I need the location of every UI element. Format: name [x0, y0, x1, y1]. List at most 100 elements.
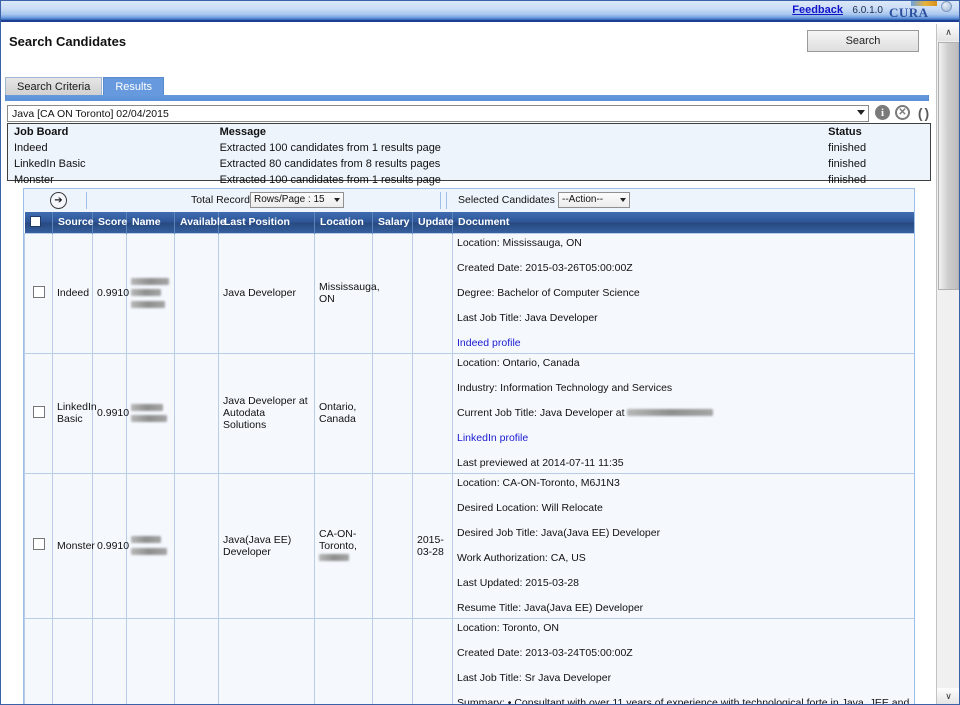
doc-line: Degree: Bachelor of Computer Science: [457, 286, 640, 299]
row-checkbox[interactable]: [32, 405, 45, 418]
action-select[interactable]: --Action--: [558, 192, 630, 208]
cell-update: [412, 352, 453, 474]
tab-strip: [5, 95, 929, 101]
doc-line: Current Job Title: Java Developer at: [457, 407, 912, 420]
linkedin-profile-link[interactable]: LinkedIn profile: [457, 432, 912, 445]
column-salary[interactable]: Salary: [372, 212, 413, 233]
table-row[interactable]: Indeed 0.9910 Java Developer Mississauga…: [24, 232, 914, 354]
table-row[interactable]: Monster 0.9910 Java(Java EE) Developer C…: [24, 472, 914, 619]
cell-available: [174, 352, 219, 474]
cell-name: [126, 232, 175, 354]
table-row[interactable]: LinkedIn Basic 0.9910 Java Developer at …: [24, 352, 914, 474]
cell-available: [174, 617, 219, 705]
job-board-message: Extracted 100 candidates from 1 results …: [219, 142, 441, 154]
chevron-down-icon: [334, 198, 340, 202]
rows-per-page-select[interactable]: Rows/Page : 15: [250, 192, 344, 208]
row-checkbox[interactable]: [32, 285, 45, 298]
row-select-cell[interactable]: [24, 352, 53, 474]
tab-search-criteria[interactable]: Search Criteria: [5, 77, 103, 96]
top-banner: Feedback 6.0.1.0 CURA: [0, 0, 960, 22]
info-icon[interactable]: i: [875, 105, 891, 122]
scroll-up-button[interactable]: ∧: [937, 24, 960, 41]
saved-search-select[interactable]: Java [CA ON Toronto] 02/04/2015: [7, 105, 869, 122]
select-all-header[interactable]: [24, 212, 53, 233]
row-select-cell[interactable]: [24, 472, 53, 619]
doc-line: Location: Ontario, Canada: [457, 356, 580, 369]
doc-line: Desired Job Title: Java(Java EE) Develop…: [457, 526, 661, 539]
doc-line: Location: Toronto, ON: [457, 621, 559, 634]
doc-summary: Summary: • Consultant with over 11 years…: [457, 696, 910, 705]
redacted-location-icon: [319, 554, 349, 562]
cell-salary: [372, 232, 413, 354]
cura-logo-bar-icon: [911, 1, 937, 6]
cell-score: 0.9910: [92, 352, 129, 474]
job-board-row: Monster Extracted 100 candidates from 1 …: [8, 172, 930, 188]
column-score[interactable]: Score: [92, 212, 127, 233]
cura-logo-sphere-icon: [941, 1, 952, 12]
expand-arrow-icon[interactable]: ➔: [50, 192, 67, 209]
redacted-name-icon: [131, 415, 167, 422]
job-board-row: Indeed Extracted 100 candidates from 1 r…: [8, 140, 930, 156]
toolbar-divider: [86, 192, 87, 209]
search-button[interactable]: Search: [807, 30, 919, 52]
cell-update: [412, 232, 453, 354]
cell-source: Indeed: [52, 617, 93, 705]
cell-location: Ontario, Canada: [314, 352, 373, 474]
scrollbar-thumb[interactable]: [938, 42, 959, 290]
doc-line: Resume Title: Java(Java EE) Developer: [457, 601, 644, 614]
page-content: Search Candidates Search Search Criteria…: [0, 24, 936, 705]
saved-search-value: Java [CA ON Toronto] 02/04/2015: [12, 108, 169, 120]
indeed-profile-link[interactable]: Indeed profile: [457, 337, 912, 350]
page-scrollbar[interactable]: ∧ ∨: [936, 24, 960, 705]
tab-bar: Search Criteria Results: [5, 76, 165, 96]
cell-location: Mississauga, ON: [314, 232, 380, 354]
cura-logo-text: CURA: [889, 5, 929, 20]
toolbar-divider: [446, 192, 447, 209]
job-board-row: LinkedIn Basic Extracted 80 candidates f…: [8, 156, 930, 172]
column-available[interactable]: Available: [174, 212, 226, 233]
cell-score: 0.9910: [92, 472, 129, 619]
scroll-down-button[interactable]: ∨: [937, 688, 960, 705]
row-checkbox[interactable]: [32, 538, 45, 550]
delete-icon[interactable]: ✕: [895, 105, 911, 122]
version-label: 6.0.1.0: [852, 5, 883, 16]
cell-available: [174, 232, 219, 354]
cell-last-position: Java Developer: [218, 232, 315, 354]
redacted-name-icon: [131, 547, 167, 555]
job-board-summary-panel: Job Board Message Status Indeed Extracte…: [7, 123, 931, 186]
column-source[interactable]: Source: [52, 212, 94, 233]
redacted-company-icon: [627, 409, 714, 417]
cell-last-position: Sr Java Developer: [218, 617, 315, 705]
selected-candidates-label: Selected Candidates :: [458, 194, 561, 206]
cell-available: [174, 472, 219, 619]
job-board-table: Job Board Message Status Indeed Extracte…: [8, 124, 930, 188]
column-name[interactable]: Name: [126, 212, 175, 233]
job-board-message: Extracted 100 candidates from 1 results …: [219, 174, 441, 186]
table-row[interactable]: Indeed 0.9820 Sr Java Developer Toronto,…: [24, 617, 914, 705]
doc-line: Created Date: 2013-03-24T05:00:00Z: [457, 646, 633, 659]
job-board-name: Indeed: [14, 142, 48, 154]
results-table-container[interactable]: Source Score Name Available Last Positio…: [23, 212, 915, 705]
select-all-checkbox[interactable]: [29, 216, 41, 228]
column-update[interactable]: Update: [412, 212, 454, 233]
refresh-icon[interactable]: ( ): [915, 105, 931, 122]
cell-document: Location: CA-ON-Toronto, M6J1N3 Desired …: [452, 472, 914, 619]
feedback-link[interactable]: Feedback: [792, 4, 843, 16]
chevron-down-icon: [620, 198, 626, 202]
doc-line: Desired Location: Will Relocate: [457, 501, 603, 514]
row-select-cell[interactable]: [24, 232, 53, 354]
cell-location: Toronto, ON: [314, 617, 373, 705]
column-document[interactable]: Document: [452, 212, 914, 233]
column-last-position[interactable]: Last Position: [218, 212, 315, 233]
row-select-cell[interactable]: [24, 617, 53, 705]
tab-results[interactable]: Results: [103, 77, 165, 96]
job-board-status: finished: [828, 158, 867, 170]
cell-name: [126, 617, 175, 705]
job-board-message: Extracted 80 candidates from 8 results p…: [219, 158, 441, 170]
cell-last-position: Java(Java EE) Developer: [218, 472, 315, 619]
redacted-name-icon: [131, 403, 163, 411]
cell-update: [412, 617, 453, 705]
column-location[interactable]: Location: [314, 212, 373, 233]
cell-salary: [372, 472, 413, 619]
cell-source: Monster: [52, 472, 95, 619]
